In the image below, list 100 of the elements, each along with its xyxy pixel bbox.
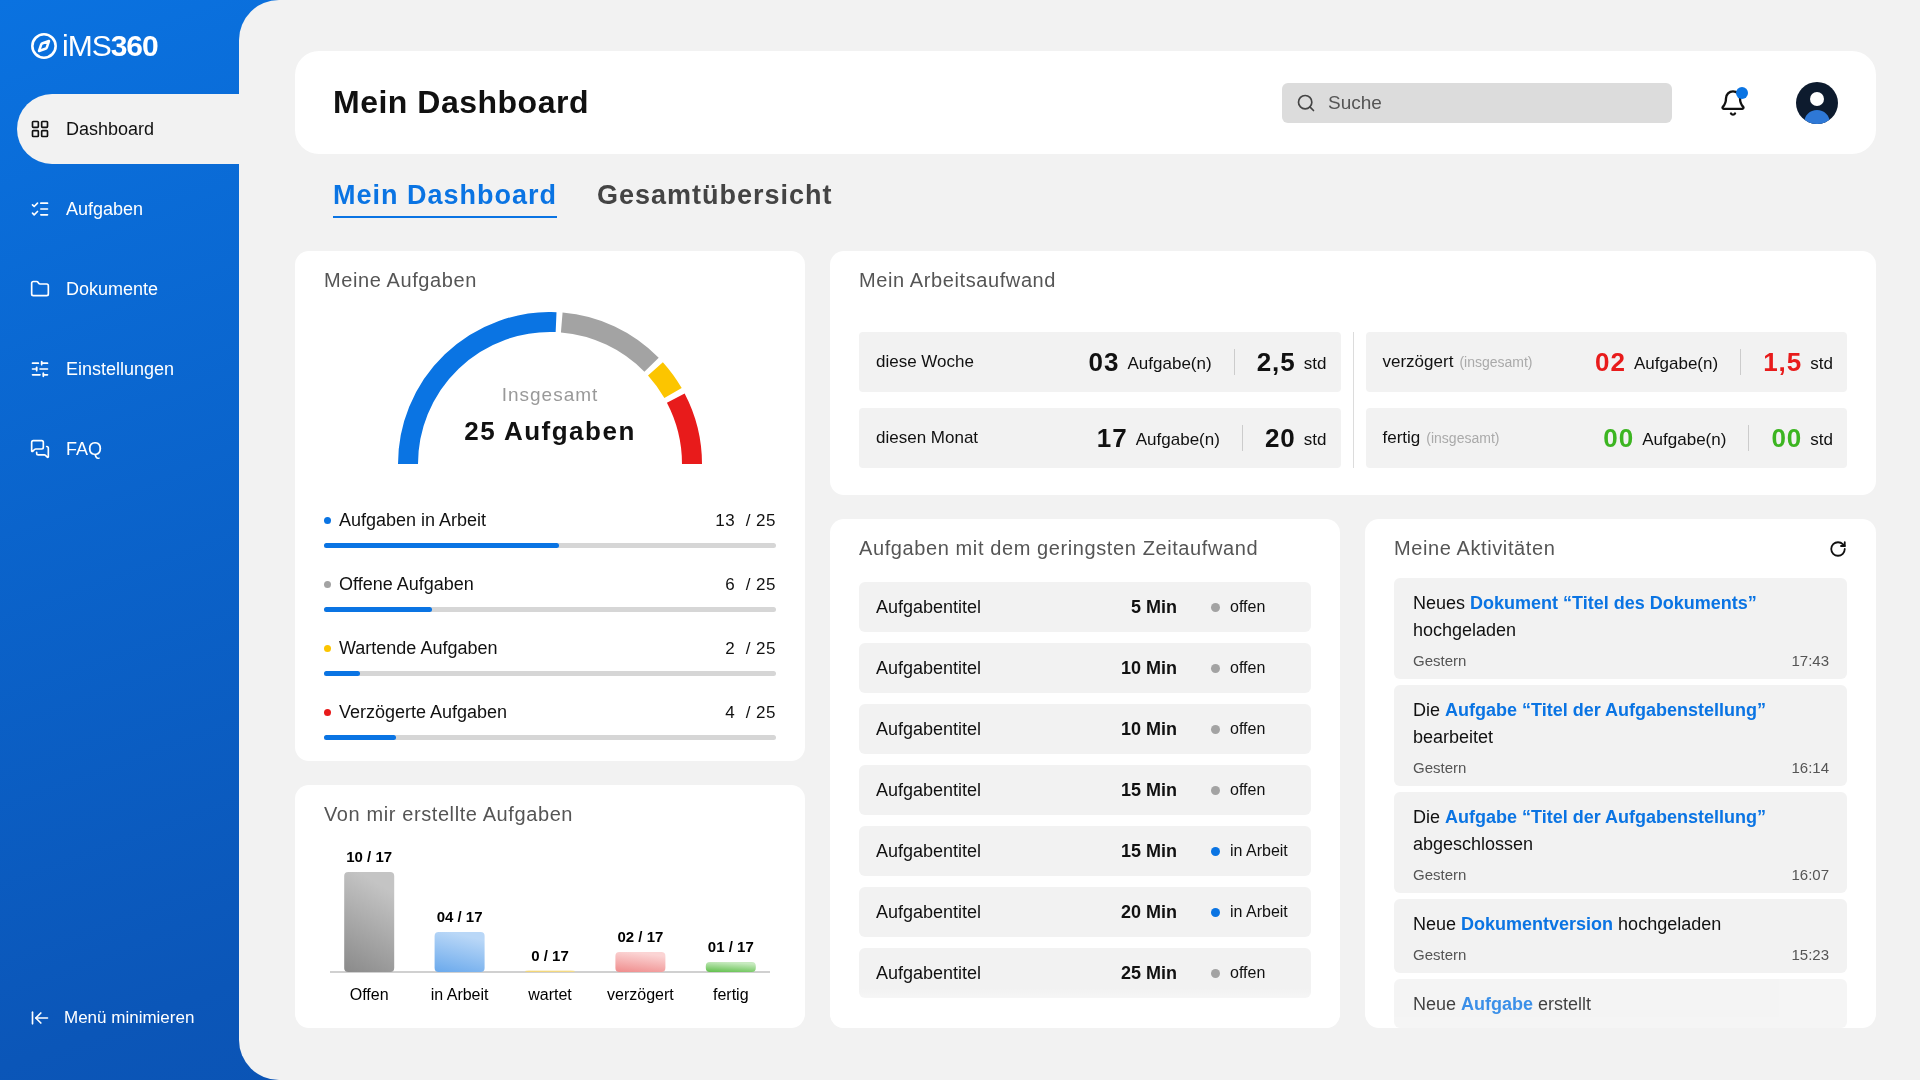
- task-number: 17: [1096, 422, 1128, 454]
- bar: [434, 932, 485, 972]
- activity-time: 16:07: [1791, 866, 1829, 883]
- task-status: in Arbeit: [1230, 842, 1288, 860]
- task-duration: 5 Min: [1130, 596, 1177, 618]
- task-status: offen: [1230, 720, 1266, 738]
- gauge-total: 25 Aufgaben: [464, 416, 636, 447]
- task-duration: 10 Min: [1120, 718, 1177, 740]
- task-status: offen: [1230, 964, 1266, 982]
- task-category: Aufgaben in Arbeit: [339, 510, 488, 531]
- activity-day: Gestern: [1413, 652, 1467, 669]
- bar: [705, 962, 756, 972]
- bar: [615, 952, 666, 972]
- bar-category-label: fertig: [713, 986, 749, 1003]
- checklist-icon: [30, 199, 50, 219]
- gauge-caption: Insgesamt: [501, 384, 599, 406]
- search-icon: [1296, 92, 1316, 113]
- sliders-icon: [30, 359, 50, 379]
- period-label: fertig: [1382, 428, 1421, 448]
- task-category: Offene Aufgaben: [339, 574, 475, 595]
- search-field[interactable]: Suche: [1282, 82, 1672, 123]
- task-category: Verzögerte Aufgaben: [339, 702, 509, 723]
- task-row[interactable]: Aufgabentitel 5 Min offen: [859, 582, 1311, 632]
- bar-category-label: verzögert: [607, 986, 674, 1003]
- activity-time: 17:43: [1791, 652, 1829, 669]
- card-title: Meine Aktivitäten: [1394, 537, 1556, 560]
- task-title: Aufgabentitel: [876, 840, 983, 862]
- bar-value-label: 01 / 17: [707, 938, 754, 955]
- task-status: in Arbeit: [1230, 903, 1288, 921]
- task-count: 4 / 25: [725, 702, 776, 723]
- card-title: Aufgaben mit dem geringsten Zeitaufwand: [859, 537, 1260, 560]
- refresh-icon[interactable]: [1829, 539, 1847, 558]
- task-row[interactable]: Aufgabentitel 20 Min in Arbeit: [859, 887, 1311, 937]
- avatar[interactable]: [1796, 81, 1838, 124]
- bar-value-label: 02 / 17: [617, 928, 664, 945]
- activity-text: Neues Dokument “Titel des Dokuments” hochgeladen: [1413, 592, 1758, 642]
- bar-value-label: 0 / 17: [531, 946, 569, 964]
- task-row[interactable]: Aufgabentitel 10 Min offen: [859, 643, 1311, 693]
- task-status: offen: [1230, 598, 1266, 616]
- collapse-menu-link[interactable]: Menü minimieren: [0, 1008, 239, 1080]
- activity-day: Gestern: [1413, 946, 1467, 963]
- task-duration: 25 Min: [1120, 962, 1177, 984]
- activity-item[interactable]: Die Aufgabe “Titel der Aufgabenstellung” bearbeitet Gestern 16:14: [1394, 685, 1847, 786]
- task-title: Aufgabentitel: [876, 718, 983, 740]
- task-title: Aufgabentitel: [876, 962, 983, 984]
- page-title: Mein Dashboard: [333, 84, 590, 122]
- nav-item[interactable]: Einstellungen: [17, 334, 239, 404]
- unit-label: Aufgabe(n): [1634, 354, 1719, 374]
- task-status: offen: [1230, 659, 1266, 677]
- task-row[interactable]: Aufgabentitel 25 Min offen: [859, 948, 1311, 998]
- task-count: 6 / 25: [725, 574, 776, 595]
- period-label: diesen Monat: [876, 428, 979, 448]
- nav-item[interactable]: Dashboard: [17, 94, 239, 164]
- task-count: 13 / 25: [715, 510, 776, 531]
- bar-category-label: Offen: [349, 986, 389, 1003]
- task-category: Wartende Aufgaben: [339, 638, 499, 659]
- task-title: Aufgabentitel: [876, 901, 983, 923]
- unit-label: std: [1810, 354, 1833, 374]
- task-duration: 10 Min: [1120, 657, 1177, 679]
- task-row[interactable]: Aufgabentitel 10 Min offen: [859, 704, 1311, 754]
- bar-value-label: 04 / 17: [436, 908, 483, 925]
- unit-label: Aufgabe(n): [1135, 430, 1220, 450]
- bar-value-label: 10 / 17: [346, 848, 393, 865]
- task-row[interactable]: Aufgabentitel 15 Min offen: [859, 765, 1311, 815]
- card-title: Mein Arbeitsaufwand: [859, 269, 1058, 292]
- tab[interactable]: Gesamtübersicht: [597, 180, 833, 219]
- chat-bubbles-icon: [30, 439, 50, 459]
- activity-text: Die Aufgabe “Titel der Aufgabenstellung” bearbeitet: [1413, 699, 1768, 749]
- task-duration: 15 Min: [1120, 779, 1177, 801]
- activity-item[interactable]: Neue Aufgabe erstellt: [1394, 979, 1847, 1028]
- activity-time: 16:14: [1791, 759, 1829, 776]
- compass-icon: [30, 32, 58, 60]
- activity-item[interactable]: Neue Dokumentversion hochgeladen Gestern 15:23: [1394, 899, 1847, 973]
- unit-label: Aufgabe(n): [1127, 354, 1212, 374]
- task-number: 03: [1088, 346, 1120, 378]
- nav-item[interactable]: Dokumente: [17, 254, 239, 324]
- unit-label: std: [1303, 354, 1327, 374]
- activity-item[interactable]: Neues Dokument “Titel des Dokuments” hochgeladen Gestern 17:43: [1394, 578, 1847, 679]
- period-note: (insgesamt): [1459, 354, 1533, 370]
- activity-item[interactable]: Die Aufgabe “Titel der Aufgabenstellung” abgeschlossen Gestern 16:07: [1394, 792, 1847, 893]
- activity-day: Gestern: [1413, 866, 1467, 883]
- activity-link[interactable]: Aufgabe “Titel der Aufgabenstellung”: [1445, 700, 1767, 720]
- nav-item[interactable]: Aufgaben: [17, 174, 239, 244]
- task-title: Aufgabentitel: [876, 657, 983, 679]
- activity-link[interactable]: Dokument “Titel des Dokuments”: [1470, 593, 1757, 613]
- activity-time: 15:23: [1791, 946, 1829, 963]
- task-status: offen: [1230, 781, 1266, 799]
- period-label: verzögert: [1382, 352, 1454, 372]
- bar-category-label: in Arbeit: [430, 986, 489, 1003]
- activity-link[interactable]: Aufgabe “Titel der Aufgabenstellung”: [1445, 807, 1767, 827]
- folder-icon: [30, 279, 50, 299]
- task-row[interactable]: Aufgabentitel 15 Min in Arbeit: [859, 826, 1311, 876]
- activity-link[interactable]: Dokumentversion: [1461, 914, 1614, 934]
- hours-number: 2,5: [1256, 346, 1296, 378]
- unit-label: std: [1303, 430, 1327, 450]
- nav-item[interactable]: FAQ: [17, 414, 239, 484]
- activity-text: Neue Aufgabe erstellt: [1413, 993, 1593, 1016]
- grid-icon: [30, 119, 50, 139]
- activity-text: Die Aufgabe “Titel der Aufgabenstellung” abgeschlossen: [1413, 806, 1768, 856]
- tab[interactable]: Mein Dashboard: [333, 180, 558, 219]
